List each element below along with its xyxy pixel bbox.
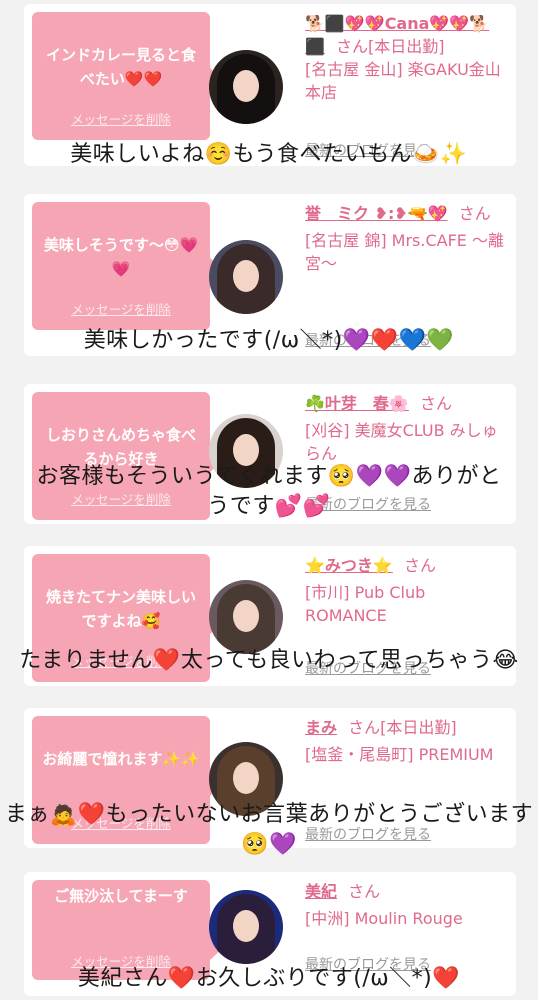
delete-message-link[interactable]: メッセージを削除 (32, 299, 210, 318)
delete-message-link[interactable]: メッセージを削除 (32, 109, 210, 128)
status-badge: [本日出勤] (368, 37, 445, 56)
cast-info: 🐕⬛💖💖Cana💖💖🐕⬛ さん[本日出勤] [名古屋 金山] 楽GAKU金山本店… (305, 12, 509, 159)
reply-text: 美紀さん❤️お久しぶりです(/ω＼*)❤️ (77, 966, 461, 991)
cast-name-link[interactable]: まみ (305, 718, 337, 737)
cast-info: 美紀 さん [中洲] Moulin Rouge 最新のブログを見る (305, 880, 509, 973)
honorific: さん (348, 882, 381, 901)
cast-name-link[interactable]: ☘️叶芽 春🌸 (305, 394, 409, 413)
honorific: さん (336, 37, 369, 56)
cast-name-link[interactable]: 誉 ミク ❥:❥🔫💖 (305, 204, 448, 223)
message-bubble: インドカレー見ると食べたい❤️❤️ メッセージを削除 (32, 12, 223, 140)
reply-text: たまりません❤️太っても良いわって思っちゃう😂 (19, 648, 519, 673)
shop-name: [中洲] Moulin Rouge (305, 909, 463, 928)
reply-text: 美味しかったです(/ω＼*)💜❤️💙💚 (83, 328, 455, 353)
honorific: さん (419, 394, 452, 413)
status-badge: [本日出勤] (380, 718, 457, 737)
reply-text: まぁ🙇❤️もったいないお言葉ありがとうございます🥺💜 (4, 802, 534, 857)
message-text: ご無沙汰してまーす (54, 887, 188, 905)
shop-name: [名古屋 金山] 楽GAKU金山本店 (305, 60, 501, 102)
avatar[interactable] (209, 50, 283, 124)
honorific: さん (348, 718, 381, 737)
avatar[interactable] (209, 240, 283, 314)
cast-info: 誉 ミク ❥:❥🔫💖 さん [名古屋 錦] Mrs.CAFE 〜離宮〜 最新のブ… (305, 202, 509, 349)
avatar[interactable] (209, 890, 283, 964)
shop-name: [刈谷] 美魔女CLUB みしゅらん (305, 421, 498, 463)
message-text: 焼きたてナン美味しいですよね🥰 (45, 588, 196, 630)
cast-info: ☘️叶芽 春🌸 さん [刈谷] 美魔女CLUB みしゅらん 最新のブログを見る (305, 392, 509, 513)
reply-text: 美味しいよね☺️もう食べたいもん🍛✨ (70, 142, 468, 167)
honorific: さん (458, 204, 491, 223)
message-text: インドカレー見ると食べたい❤️❤️ (45, 46, 196, 88)
message-bubble: 美味しそうです〜😳💗💗 メッセージを削除 (32, 202, 223, 330)
shop-name: [塩釜・尾島町] PREMIUM (305, 745, 494, 764)
avatar[interactable] (209, 580, 283, 654)
shop-name: [市川] Pub Club ROMANCE (305, 583, 426, 625)
cast-name-link[interactable]: 美紀 (305, 882, 337, 901)
cast-info: まみ さん[本日出勤] [塩釜・尾島町] PREMIUM 最新のブログを見る (305, 716, 509, 843)
cast-name-link[interactable]: ⭐みつき⭐ (305, 556, 393, 575)
message-text: 美味しそうです〜😳💗💗 (43, 236, 199, 278)
shop-name: [名古屋 錦] Mrs.CAFE 〜離宮〜 (305, 231, 504, 273)
message-text: お綺麗で憧れます✨✨ (42, 750, 200, 768)
honorific: さん (403, 556, 436, 575)
cast-info: ⭐みつき⭐ さん [市川] Pub Club ROMANCE 最新のブログを見る (305, 554, 509, 677)
reply-text: お客様もそういうてくれます🥺💜💜ありがとうです💕💕 (36, 464, 502, 519)
